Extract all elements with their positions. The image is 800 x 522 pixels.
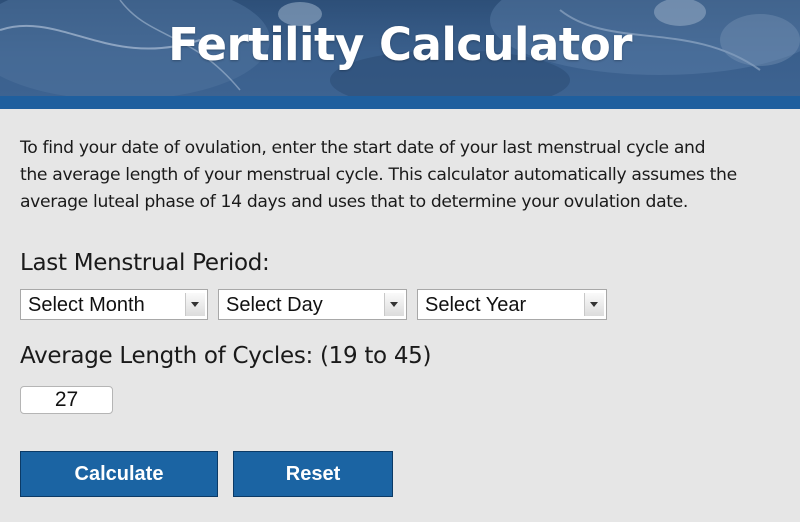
- page-title: Fertility Calculator: [168, 18, 632, 71]
- year-select-value: Select Year: [425, 294, 527, 316]
- header-banner: Fertility Calculator: [0, 0, 800, 96]
- cycle-length-label: Average Length of Cycles: (19 to 45): [20, 343, 432, 369]
- calculate-button[interactable]: Calculate: [20, 451, 218, 497]
- chevron-down-icon: [185, 293, 205, 316]
- month-select[interactable]: Select Month: [20, 289, 208, 320]
- cycle-length-input[interactable]: [20, 386, 113, 414]
- instructions-line: To find your date of ovulation, enter th…: [20, 138, 706, 158]
- instructions-line: the average length of your menstrual cyc…: [20, 165, 737, 185]
- month-select-value: Select Month: [28, 294, 145, 316]
- day-select-value: Select Day: [226, 294, 323, 316]
- last-period-label: Last Menstrual Period:: [20, 250, 270, 276]
- chevron-down-icon: [584, 293, 604, 316]
- instructions-line: average luteal phase of 14 days and uses…: [20, 192, 688, 212]
- header-accent-strip: [0, 96, 800, 109]
- day-select[interactable]: Select Day: [218, 289, 407, 320]
- instructions-text: To find your date of ovulation, enter th…: [20, 135, 790, 216]
- year-select[interactable]: Select Year: [417, 289, 607, 320]
- reset-button[interactable]: Reset: [233, 451, 393, 497]
- chevron-down-icon: [384, 293, 404, 316]
